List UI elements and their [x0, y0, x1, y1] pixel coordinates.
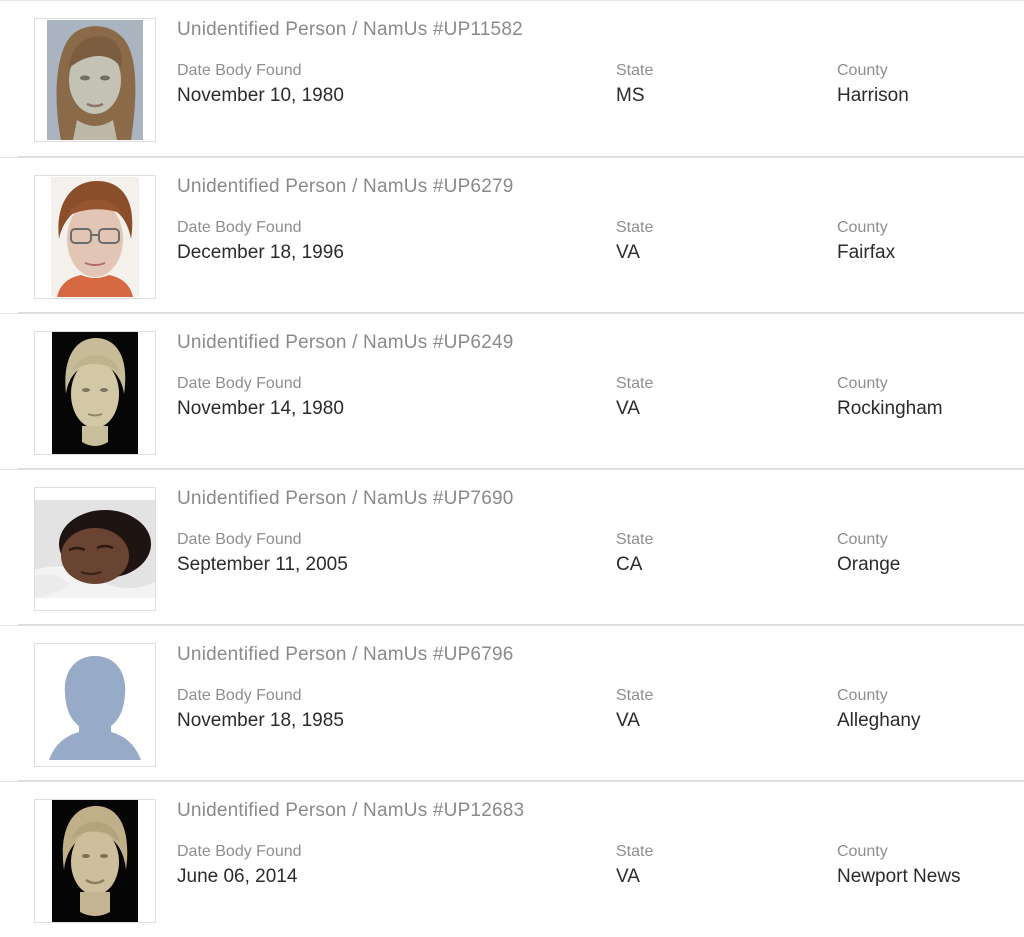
county-label: County: [837, 687, 888, 704]
date-found-value: November 18, 1985: [177, 710, 344, 731]
date-found-label: Date Body Found: [177, 375, 302, 392]
list-item[interactable]: Unidentified Person / NamUs #UP6249 Date…: [0, 313, 1024, 469]
state-label: State: [616, 62, 654, 79]
list-item[interactable]: Unidentified Person / NamUs #UP6796 Date…: [0, 625, 1024, 781]
list-item[interactable]: Unidentified Person / NamUs #UP6279 Date…: [0, 157, 1024, 313]
case-photo[interactable]: [34, 175, 156, 299]
case-title[interactable]: Unidentified Person / NamUs #UP6796: [177, 644, 514, 666]
state-label: State: [616, 687, 654, 704]
date-found-label: Date Body Found: [177, 843, 302, 860]
date-found-value: November 10, 1980: [177, 85, 344, 106]
county-value: Alleghany: [837, 710, 921, 731]
case-title[interactable]: Unidentified Person / NamUs #UP6249: [177, 332, 514, 354]
county-label: County: [837, 375, 888, 392]
clay-bust-black-background-icon: [52, 800, 138, 922]
postmortem-photo-icon: [35, 500, 155, 598]
county-label: County: [837, 219, 888, 236]
state-value: VA: [616, 866, 640, 887]
state-value: VA: [616, 398, 640, 419]
date-found-value: June 06, 2014: [177, 866, 298, 887]
list-item[interactable]: Unidentified Person / NamUs #UP12683 Dat…: [0, 781, 1024, 937]
state-value: VA: [616, 710, 640, 731]
list-item[interactable]: Unidentified Person / NamUs #UP7690 Date…: [0, 469, 1024, 625]
date-found-label: Date Body Found: [177, 687, 302, 704]
county-label: County: [837, 62, 888, 79]
county-value: Orange: [837, 554, 901, 575]
date-found-value: November 14, 1980: [177, 398, 344, 419]
case-title[interactable]: Unidentified Person / NamUs #UP11582: [177, 19, 523, 41]
sketch-woman-glasses-icon: [51, 177, 139, 297]
date-found-label: Date Body Found: [177, 219, 302, 236]
case-title[interactable]: Unidentified Person / NamUs #UP7690: [177, 488, 514, 510]
date-found-label: Date Body Found: [177, 531, 302, 548]
case-photo[interactable]: [34, 487, 156, 611]
state-value: CA: [616, 554, 643, 575]
case-photo[interactable]: [34, 18, 156, 142]
state-label: State: [616, 219, 654, 236]
silhouette-placeholder-icon: [49, 656, 141, 760]
state-value: VA: [616, 242, 640, 263]
county-label: County: [837, 531, 888, 548]
county-value: Fairfax: [837, 242, 896, 263]
county-value: Newport News: [837, 866, 961, 887]
county-label: County: [837, 843, 888, 860]
state-value: MS: [616, 85, 645, 106]
date-found-value: December 18, 1996: [177, 242, 344, 263]
date-found-value: September 11, 2005: [177, 554, 348, 575]
state-label: State: [616, 375, 654, 392]
case-title[interactable]: Unidentified Person / NamUs #UP6279: [177, 176, 514, 198]
state-label: State: [616, 531, 654, 548]
case-photo[interactable]: [34, 331, 156, 455]
clay-bust-black-background-icon: [52, 332, 138, 454]
date-found-label: Date Body Found: [177, 62, 302, 79]
county-value: Rockingham: [837, 398, 943, 419]
clay-reconstruction-female-long-hair-icon: [47, 20, 143, 140]
case-photo[interactable]: [34, 799, 156, 923]
list-item[interactable]: Unidentified Person / NamUs #UP11582 Dat…: [0, 0, 1024, 157]
case-photo[interactable]: [34, 643, 156, 767]
county-value: Harrison: [837, 85, 909, 106]
state-label: State: [616, 843, 654, 860]
case-title[interactable]: Unidentified Person / NamUs #UP12683: [177, 800, 524, 822]
case-results-list: Unidentified Person / NamUs #UP11582 Dat…: [0, 0, 1024, 937]
